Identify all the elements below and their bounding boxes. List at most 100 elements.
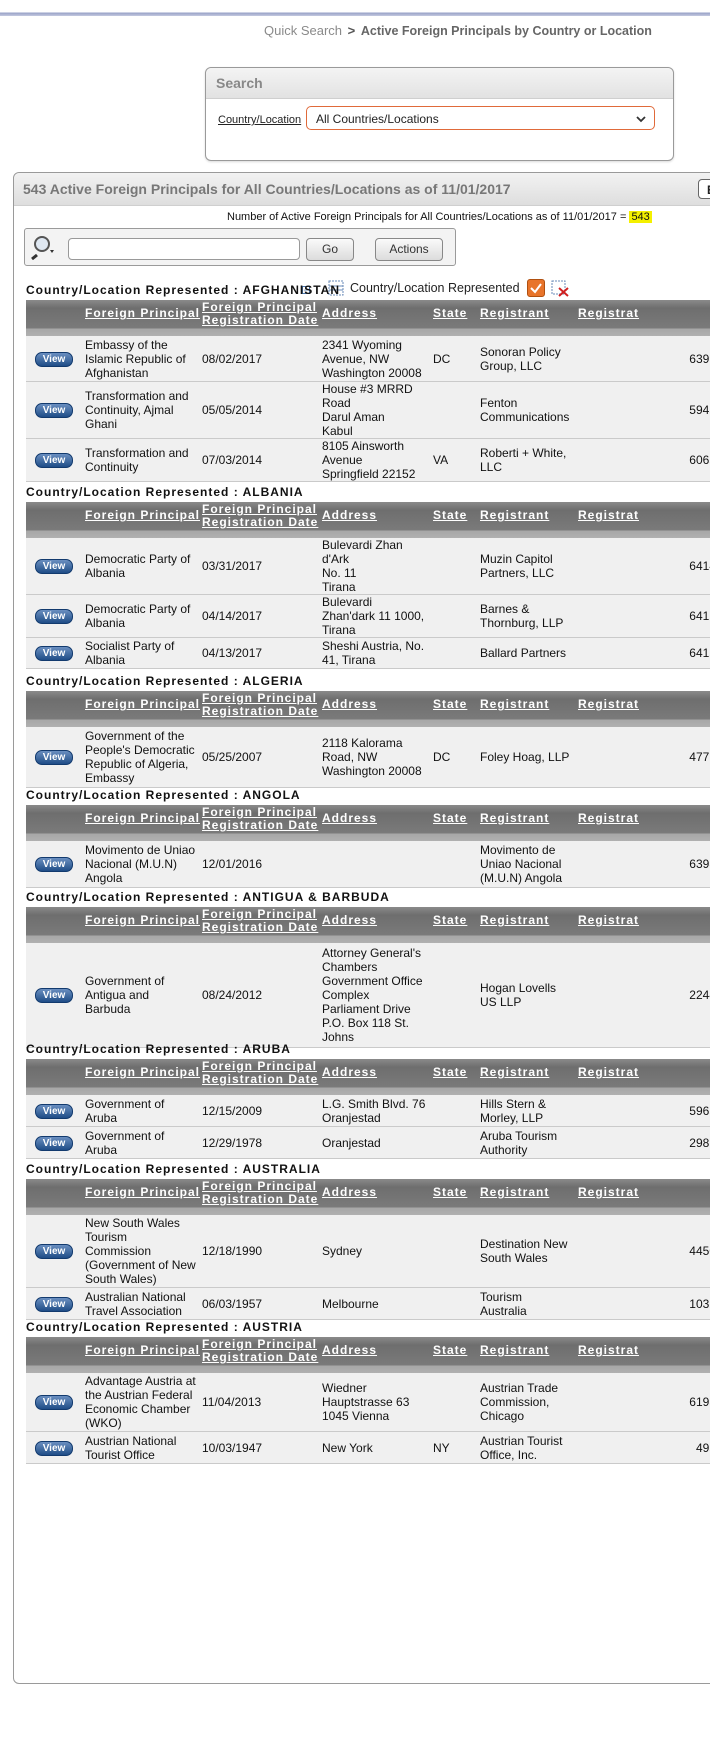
col-address-header[interactable]: Address bbox=[322, 812, 377, 825]
view-button[interactable]: View bbox=[35, 1441, 73, 1456]
address-cell: 8105 Ainsworth Avenue Springfield 22152 bbox=[322, 439, 416, 481]
col-foreign-principal-header[interactable]: Foreign Principal bbox=[85, 1186, 200, 1199]
col-registration-date-header[interactable]: Foreign Principal Registration Date bbox=[202, 503, 318, 529]
col-address-header[interactable]: Address bbox=[322, 307, 377, 320]
view-button[interactable]: View bbox=[35, 453, 73, 468]
col-address-header[interactable]: Address bbox=[322, 1186, 377, 1199]
col-registration-number-header[interactable]: Registrat bbox=[578, 307, 639, 320]
view-button[interactable]: View bbox=[35, 646, 73, 661]
col-state-header[interactable]: State bbox=[433, 509, 467, 522]
col-registration-number-header[interactable]: Registrat bbox=[578, 1066, 639, 1079]
registration-date-cell: 12/29/1978 bbox=[202, 1136, 263, 1150]
table-row: View Austrian National Tourist Office 10/0… bbox=[26, 1432, 710, 1464]
col-registration-date-header[interactable]: Foreign Principal Registration Date bbox=[202, 806, 318, 832]
col-state-header[interactable]: State bbox=[433, 698, 467, 711]
table-row: View Democratic Party of Albania 04/14/201… bbox=[26, 595, 710, 638]
foreign-principal-cell: Austrian National Tourist Office bbox=[85, 1434, 177, 1462]
breadcrumb: Quick Search > Active Foreign Principals… bbox=[264, 23, 652, 38]
registration-number-cell: 6417 bbox=[689, 609, 710, 623]
col-registrant-header[interactable]: Registrant bbox=[480, 307, 549, 320]
view-button[interactable]: View bbox=[35, 352, 73, 367]
view-button[interactable]: View bbox=[35, 1395, 73, 1410]
col-foreign-principal-header[interactable]: Foreign Principal bbox=[85, 509, 200, 522]
view-button[interactable]: View bbox=[35, 1244, 73, 1259]
col-registration-number-header[interactable]: Registrat bbox=[578, 812, 639, 825]
col-registration-number-header[interactable]: Registrat bbox=[578, 1344, 639, 1357]
table-row: View Transformation and Continuity 07/03/2… bbox=[26, 439, 710, 482]
go-button[interactable]: Go bbox=[306, 238, 354, 261]
registrant-cell: Austrian Trade Commission, Chicago bbox=[480, 1381, 559, 1423]
foreign-principal-cell: Democratic Party of Albania bbox=[85, 602, 191, 630]
col-address-header[interactable]: Address bbox=[322, 1344, 377, 1357]
country-section: Country/Location Represented : AUSTRALIA… bbox=[26, 1161, 710, 1320]
view-button[interactable]: View bbox=[35, 1136, 73, 1151]
col-foreign-principal-header[interactable]: Foreign Principal bbox=[85, 1066, 200, 1079]
col-registrant-header[interactable]: Registrant bbox=[480, 698, 549, 711]
col-foreign-principal-header[interactable]: Foreign Principal bbox=[85, 914, 200, 927]
view-button[interactable]: View bbox=[35, 1104, 73, 1119]
col-registration-date-header[interactable]: Foreign Principal Registration Date bbox=[202, 301, 318, 327]
view-button[interactable]: View bbox=[35, 988, 73, 1003]
col-foreign-principal-header[interactable]: Foreign Principal bbox=[85, 698, 200, 711]
actions-button[interactable]: Actions bbox=[375, 238, 443, 261]
col-address-header[interactable]: Address bbox=[322, 914, 377, 927]
col-registration-number-header[interactable]: Registrat bbox=[578, 1186, 639, 1199]
col-registration-number-header[interactable]: Registrat bbox=[578, 698, 639, 711]
country-section: Country/Location Represented : AFGHANIST… bbox=[26, 282, 710, 482]
registration-date-cell: 12/18/1990 bbox=[202, 1244, 263, 1258]
table-header: Foreign Principal Foreign Principal Regis… bbox=[26, 1179, 710, 1215]
registration-date-cell: 10/03/1947 bbox=[202, 1441, 263, 1455]
col-registrant-header[interactable]: Registrant bbox=[480, 914, 549, 927]
col-address-header[interactable]: Address bbox=[322, 698, 377, 711]
foreign-principal-cell: Government of the People's Democratic Re… bbox=[85, 729, 195, 785]
view-button[interactable]: View bbox=[35, 609, 73, 624]
col-registration-date-header[interactable]: Foreign Principal Registration Date bbox=[202, 692, 318, 718]
report-search-input[interactable] bbox=[68, 238, 300, 260]
report-toolbar: Go Actions bbox=[24, 228, 456, 266]
col-registration-number-header[interactable]: Registrat bbox=[578, 914, 639, 927]
foreign-principal-cell: Movimento de Uniao Nacional (M.U.N) Ango… bbox=[85, 843, 196, 885]
col-registrant-header[interactable]: Registrant bbox=[480, 1344, 549, 1357]
col-registrant-header[interactable]: Registrant bbox=[480, 509, 549, 522]
view-button[interactable]: View bbox=[35, 559, 73, 574]
col-state-header[interactable]: State bbox=[433, 812, 467, 825]
col-state-header[interactable]: State bbox=[433, 1186, 467, 1199]
export-button[interactable]: E bbox=[698, 179, 710, 199]
col-address-header[interactable]: Address bbox=[322, 1066, 377, 1079]
registration-number-cell: 6399 bbox=[689, 352, 710, 366]
col-registration-date-header[interactable]: Foreign Principal Registration Date bbox=[202, 1180, 318, 1206]
view-button[interactable]: View bbox=[35, 1297, 73, 1312]
table-header: Foreign Principal Foreign Principal Regis… bbox=[26, 300, 710, 336]
magnifier-icon[interactable] bbox=[31, 234, 59, 261]
view-button[interactable]: View bbox=[35, 403, 73, 418]
col-state-header[interactable]: State bbox=[433, 1066, 467, 1079]
col-registration-date-header[interactable]: Foreign Principal Registration Date bbox=[202, 1338, 318, 1364]
col-state-header[interactable]: State bbox=[433, 914, 467, 927]
registration-date-cell: 04/13/2017 bbox=[202, 646, 263, 660]
col-registrant-header[interactable]: Registrant bbox=[480, 812, 549, 825]
col-registrant-header[interactable]: Registrant bbox=[480, 1186, 549, 1199]
col-registration-date-header[interactable]: Foreign Principal Registration Date bbox=[202, 1060, 318, 1086]
address-cell: Wiedner Hauptstrasse 63 1045 Vienna bbox=[322, 1381, 410, 1423]
col-registration-date-header[interactable]: Foreign Principal Registration Date bbox=[202, 908, 318, 934]
breadcrumb-quick-search[interactable]: Quick Search bbox=[264, 23, 342, 38]
col-registration-number-header[interactable]: Registrat bbox=[578, 509, 639, 522]
address-cell: Sheshi Austria, No. 41, Tirana bbox=[322, 639, 425, 667]
view-button[interactable]: View bbox=[35, 857, 73, 872]
country-location-value: All Countries/Locations bbox=[316, 112, 439, 126]
section-title: Country/Location Represented : AFGHANIST… bbox=[26, 283, 341, 297]
registrant-cell: Foley Hoag, LLP bbox=[480, 750, 570, 764]
country-location-select[interactable]: All Countries/Locations bbox=[306, 106, 655, 130]
table-header: Foreign Principal Foreign Principal Regis… bbox=[26, 805, 710, 841]
section-title: Country/Location Represented : ALBANIA bbox=[26, 485, 304, 499]
col-address-header[interactable]: Address bbox=[322, 509, 377, 522]
col-foreign-principal-header[interactable]: Foreign Principal bbox=[85, 1344, 200, 1357]
table-row: View Government of Antigua and Barbuda 08/… bbox=[26, 943, 710, 1048]
registrant-cell: Austrian Tourist Office, Inc. bbox=[480, 1434, 563, 1462]
col-foreign-principal-header[interactable]: Foreign Principal bbox=[85, 812, 200, 825]
col-registrant-header[interactable]: Registrant bbox=[480, 1066, 549, 1079]
view-button[interactable]: View bbox=[35, 750, 73, 765]
col-state-header[interactable]: State bbox=[433, 307, 467, 320]
col-foreign-principal-header[interactable]: Foreign Principal bbox=[85, 307, 200, 320]
col-state-header[interactable]: State bbox=[433, 1344, 467, 1357]
